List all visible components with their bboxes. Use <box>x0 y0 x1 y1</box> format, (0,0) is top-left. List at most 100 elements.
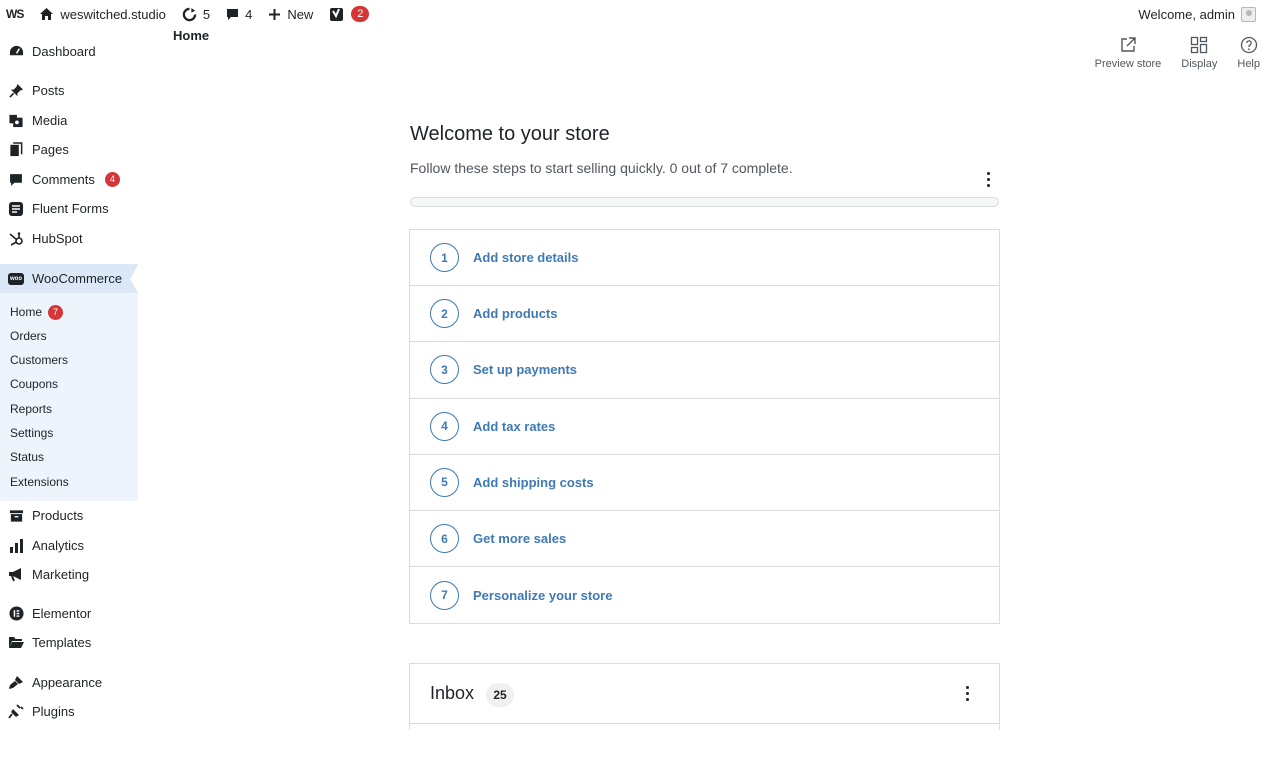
sidebar-item-analytics[interactable]: Analytics <box>0 531 138 560</box>
updates-link[interactable]: 5 <box>174 0 218 28</box>
header-actions: Preview store Display Help <box>1085 36 1270 70</box>
media-icon <box>8 113 24 129</box>
inbox-count-badge: 25 <box>486 683 514 707</box>
sidebar-item-label: WooCommerce <box>32 271 123 286</box>
sidebar-item-label: HubSpot <box>32 231 83 246</box>
sidebar-item-label: Pages <box>32 142 69 157</box>
setup-progress-bar <box>410 197 999 207</box>
yoast-link[interactable]: 2 <box>321 0 377 28</box>
sidebar-item-dashboard[interactable]: Dashboard <box>0 37 138 66</box>
plus-icon <box>269 8 281 20</box>
task-add-shipping-costs[interactable]: 5 Add shipping costs <box>410 455 999 511</box>
setup-task-list: 1 Add store details 2 Add products 3 Set… <box>409 229 1000 625</box>
submenu-item-status[interactable]: Status <box>10 447 44 467</box>
layout-icon <box>1191 36 1208 54</box>
site-name: weswitched.studio <box>60 6 166 22</box>
new-label: New <box>287 6 314 22</box>
dashboard-icon <box>8 44 24 60</box>
task-get-more-sales[interactable]: 6 Get more sales <box>410 511 999 568</box>
task-label: Add tax rates <box>473 418 556 434</box>
task-number: 2 <box>430 299 459 329</box>
sidebar-item-elementor[interactable]: Elementor <box>0 599 138 628</box>
comment-icon <box>227 8 239 20</box>
site-name-link[interactable]: weswitched.studio <box>31 0 174 28</box>
sidebar-item-products[interactable]: Products <box>0 501 138 530</box>
sidebar-item-media[interactable]: Media <box>0 106 138 135</box>
task-label: Add store details <box>473 250 579 266</box>
task-label: Add shipping costs <box>473 474 594 490</box>
submenu-item-settings[interactable]: Settings <box>10 423 53 443</box>
submenu-item-home[interactable]: Home 7 <box>10 302 64 322</box>
submenu-item-orders[interactable]: Orders <box>10 326 47 346</box>
help-icon <box>1240 36 1257 54</box>
task-add-products[interactable]: 2 Add products <box>410 286 999 343</box>
woocommerce-submenu: Home 7 Orders Customers Coupons Reports … <box>0 293 138 501</box>
woo-icon: woo <box>8 271 24 287</box>
submenu-item-coupons[interactable]: Coupons <box>10 374 58 394</box>
task-label: Personalize your store <box>473 587 613 603</box>
sidebar-item-hubspot[interactable]: HubSpot <box>0 224 138 253</box>
sidebar-item-comments[interactable]: Comments 4 <box>0 165 138 194</box>
display-button[interactable]: Display <box>1171 36 1227 70</box>
submenu-label: Settings <box>10 426 54 440</box>
task-label: Set up payments <box>473 362 578 378</box>
comments-count: 4 <box>245 6 253 22</box>
sidebar-item-label: Elementor <box>32 606 92 621</box>
task-add-tax-rates[interactable]: 4 Add tax rates <box>410 399 999 455</box>
task-set-up-payments[interactable]: 3 Set up payments <box>410 342 999 399</box>
folder-icon <box>8 635 24 651</box>
updates-count: 5 <box>202 6 211 22</box>
external-link-icon <box>1121 37 1136 52</box>
preview-store-button[interactable]: Preview store <box>1085 36 1172 70</box>
elementor-icon <box>8 606 24 622</box>
sidebar-item-appearance[interactable]: Appearance <box>0 668 138 697</box>
forms-icon <box>8 201 24 217</box>
page-title: Home <box>173 28 210 43</box>
submenu-label: Orders <box>10 329 47 343</box>
sidebar-item-label: Media <box>32 113 68 128</box>
comments-badge: 4 <box>104 172 120 187</box>
yoast-badge: 2 <box>351 6 370 22</box>
avatar <box>1241 6 1256 22</box>
sidebar-item-label: Posts <box>32 83 65 98</box>
sidebar-item-woocommerce[interactable]: woo WooCommerce <box>0 264 138 293</box>
comments-link[interactable]: 4 <box>218 0 260 28</box>
help-button[interactable]: Help <box>1227 36 1270 70</box>
preview-store-label: Preview store <box>1094 58 1162 70</box>
sidebar-item-label: Plugins <box>32 704 75 719</box>
home-badge: 7 <box>48 304 64 320</box>
sidebar-item-marketing[interactable]: Marketing <box>0 560 138 589</box>
sidebar-item-plugins[interactable]: Plugins <box>0 697 138 726</box>
submenu-label: Home <box>10 305 43 319</box>
sidebar-item-label: Marketing <box>32 567 90 582</box>
pages-icon <box>8 142 24 158</box>
submenu-label: Customers <box>10 353 69 367</box>
inbox-options-menu-icon[interactable] <box>962 686 972 701</box>
task-add-store-details[interactable]: 1 Add store details <box>410 230 999 287</box>
sidebar-item-pages[interactable]: Pages <box>0 135 138 164</box>
task-personalize-your-store[interactable]: 7 Personalize your store <box>410 567 999 623</box>
sidebar-item-label: Comments <box>32 172 95 187</box>
account-link[interactable]: Welcome, admin <box>1130 0 1264 28</box>
new-content-link[interactable]: New <box>260 0 321 28</box>
megaphone-icon <box>8 567 24 583</box>
submenu-item-extensions[interactable]: Extensions <box>10 472 69 492</box>
setup-subtitle: Follow these steps to start selling quic… <box>410 160 793 176</box>
hubspot-icon <box>8 231 24 247</box>
sidebar-item-label: Products <box>32 508 84 523</box>
submenu-label: Extensions <box>10 475 69 489</box>
sidebar-item-fluent-forms[interactable]: Fluent Forms <box>0 194 138 223</box>
submenu-label: Status <box>10 450 45 464</box>
bar-chart-icon <box>8 538 24 554</box>
display-label: Display <box>1181 58 1218 70</box>
comment-icon <box>8 172 24 188</box>
setup-options-menu-icon[interactable] <box>983 172 993 187</box>
task-number: 1 <box>430 243 459 273</box>
sidebar-item-templates[interactable]: Templates <box>0 628 138 657</box>
site-logo[interactable]: WS <box>0 0 31 28</box>
submenu-item-customers[interactable]: Customers <box>10 350 68 370</box>
submenu-item-reports[interactable]: Reports <box>10 399 52 419</box>
admin-sidebar: Dashboard Posts Media Pages Comments 4 F… <box>0 28 138 760</box>
sidebar-item-posts[interactable]: Posts <box>0 76 138 105</box>
welcome-text: Welcome, admin <box>1138 6 1235 22</box>
